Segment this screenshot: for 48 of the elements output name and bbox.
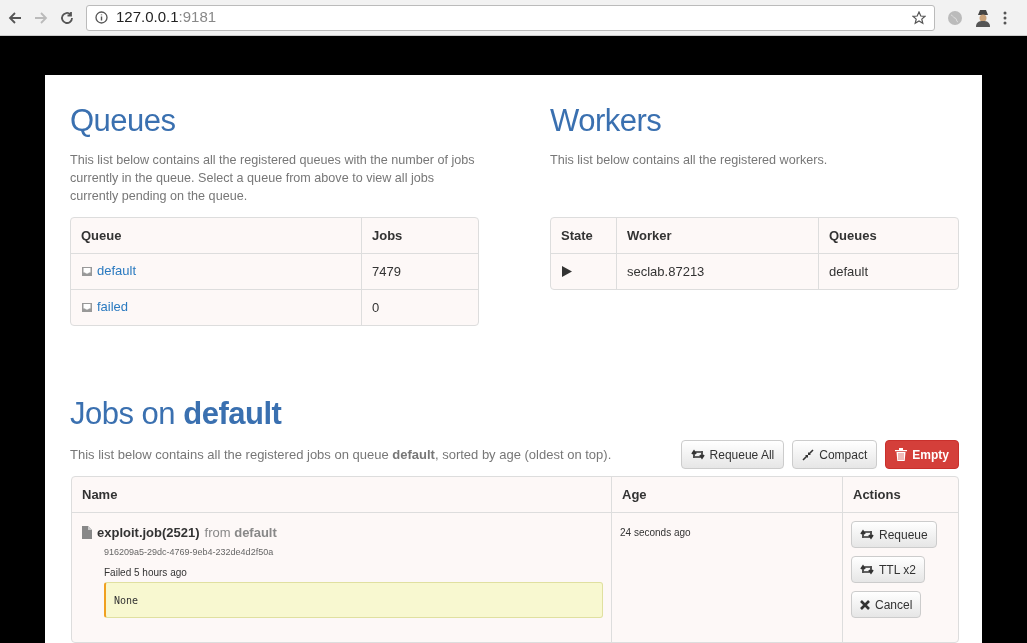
repeat-icon	[690, 449, 705, 460]
back-icon[interactable]	[8, 10, 22, 25]
table-cell: 7479	[361, 254, 478, 289]
info-icon	[95, 11, 108, 24]
column-header: Actions	[842, 477, 958, 512]
reload-icon[interactable]	[60, 10, 74, 25]
queues-description: This list below contains all the registered queues with the number of jobs currently in the queue. Select a queue from above to view all jobs currently pending on the queue.	[70, 152, 476, 205]
compact-button[interactable]: Compact	[792, 440, 878, 469]
star-icon[interactable]	[912, 10, 926, 25]
queues-heading: Queues	[70, 103, 177, 139]
address-bar[interactable]: 127.0.0.1:9181	[86, 4, 935, 31]
queue-link[interactable]: failed	[97, 297, 129, 317]
compress-icon	[802, 448, 815, 461]
column-header: State	[560, 226, 594, 245]
workers-heading: Workers	[550, 103, 663, 139]
job-age: 24 seconds ago	[611, 513, 842, 642]
close-icon	[860, 599, 870, 610]
repeat-icon	[860, 529, 874, 540]
job-status: Failed 5 hours ago	[104, 566, 188, 580]
inbox-icon	[81, 265, 93, 277]
column-header: Name	[81, 485, 119, 504]
repeat-icon	[860, 564, 874, 575]
menu-icon[interactable]	[1003, 10, 1007, 25]
column-header: Worker	[616, 218, 818, 253]
file-icon	[82, 526, 92, 540]
url-text: 127.0.0.1:9181	[116, 7, 218, 28]
column-header: Queue	[80, 226, 123, 245]
requeue-button[interactable]: TTL x2	[851, 556, 925, 583]
workers-description: This list below contains all the registered workers.	[550, 152, 829, 169]
job-id: 916209a5-29dc-4769-9eb4-232de4d2f50a	[104, 545, 275, 559]
table-cell: 0	[361, 290, 478, 325]
empty-button[interactable]: Empty	[885, 440, 959, 469]
trash-icon	[895, 448, 908, 461]
queue-link[interactable]: default	[97, 261, 137, 281]
column-header: Queues	[818, 218, 958, 253]
table-cell: seclab.87213	[616, 254, 818, 289]
jobs-heading: Jobs on default	[70, 396, 283, 432]
inbox-icon	[81, 301, 93, 313]
column-header: Age	[611, 477, 842, 512]
job-result: None	[104, 582, 603, 618]
table-cell: default	[818, 254, 958, 289]
requeue-button[interactable]: Requeue All	[680, 440, 785, 469]
cancel-button[interactable]: Cancel	[851, 591, 922, 618]
column-header: Jobs	[361, 218, 478, 253]
job-name: exploit.job(2521)	[97, 524, 200, 542]
job-origin: from default	[204, 524, 277, 542]
jobs-description: This list below contains all the registered jobs on queue default, sorted by age (oldest on top).	[70, 445, 612, 464]
requeue-button[interactable]: Requeue	[851, 521, 937, 548]
